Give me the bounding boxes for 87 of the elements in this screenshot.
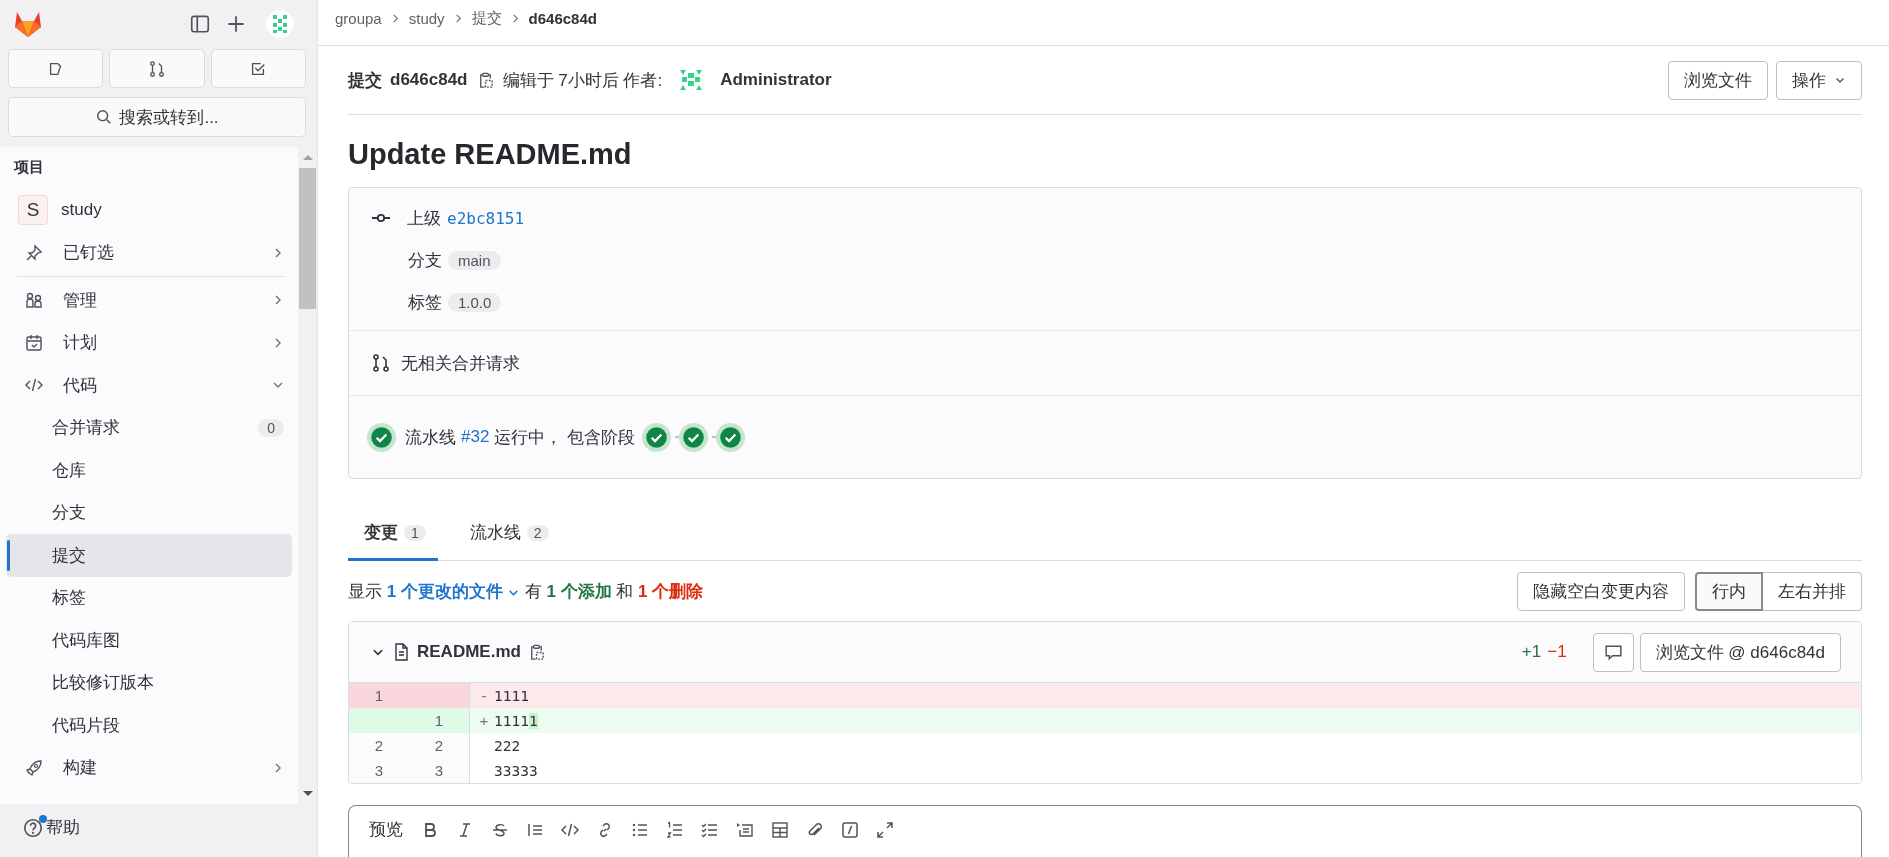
search-icon [95,108,114,126]
menu-item[interactable]: 管理 [6,279,298,322]
added-count: +1 [1521,642,1542,662]
removed-count: −1 [1547,642,1567,662]
changed-files-link[interactable]: 1 个更改的文件 [386,581,520,601]
preview-tab[interactable]: 预览 [369,818,403,841]
author-link[interactable]: Administrator [720,70,832,90]
parent-label: 上级 [407,207,441,230]
line-number: 1 [349,683,409,708]
code-line: 11111 [494,712,538,729]
help-icon [22,816,44,839]
branch-label: 分支 [408,249,442,272]
submenu-item[interactable]: 仓库 [6,449,298,492]
submenu-item[interactable]: 分支 [6,491,298,534]
submenu-item[interactable]: 代码库图 [6,619,298,662]
submenu-item[interactable]: 合并请求 0 [6,406,298,449]
count-badge: 0 [258,418,284,437]
fullscreen-icon[interactable] [875,819,895,840]
count-badge: 1 [404,524,426,541]
stage-status-icon[interactable] [716,422,746,452]
code-line: 33333 [494,762,538,779]
pipeline-status-text: 运行中， 包含阶段 [494,426,636,449]
project-item[interactable]: S study [6,189,298,232]
count-badge: 2 [526,524,549,541]
breadcrumb-link[interactable]: 提交 [471,9,502,28]
tab[interactable]: 流水线 2 [453,507,561,561]
view-toggle-button[interactable]: 左右并排 [1763,571,1862,611]
code-line: 222 [494,737,521,754]
commit-label: 提交 [348,69,382,92]
tag-label: 标签 [408,291,442,314]
menu-item[interactable]: 计划 [6,321,298,364]
stage-status-icon[interactable] [679,422,709,452]
search-field[interactable]: 搜索或转到... [8,97,306,137]
actions-dropdown[interactable]: 操作 [1776,60,1862,100]
line-number: 3 [409,758,470,783]
pinned-item[interactable]: 已钉选 [6,231,298,274]
commit-sha: d646c84d [390,70,468,90]
line-number: 2 [349,733,409,758]
section-heading: 项目 [13,157,45,177]
submenu-item[interactable]: 提交 [6,534,292,577]
merge-request-icon [148,59,166,78]
menu-item[interactable]: 构建 [6,746,298,789]
project-name: study [61,200,103,221]
breadcrumb-link[interactable]: d646c84d [528,10,597,27]
line-number: 2 [409,733,470,758]
commit-meta: 编辑于 7小时后 作者: [502,69,663,92]
breadcrumb-link[interactable]: study [408,10,445,27]
view-toggle-button[interactable]: 行内 [1695,571,1763,611]
browse-files-button[interactable]: 浏览文件 [1668,60,1768,100]
table-icon[interactable] [770,819,790,840]
diff-summary: 显示 1 个更改的文件 有 1 个添加 和 1 个删除 [348,580,704,603]
commit-title: Update README.md [348,138,633,171]
submenu-item[interactable]: 比较修订版本 [6,661,298,704]
file-name: README.md [417,642,521,662]
browse-file-button[interactable]: 浏览文件 @ d646c84d [1639,632,1841,672]
submenu-item[interactable]: 代码片段 [6,704,298,747]
slash-command-icon[interactable] [840,819,860,840]
hide-whitespace-button[interactable]: 隐藏空白变更内容 [1517,571,1685,611]
comment-button[interactable] [1592,632,1634,672]
numbered-list-icon[interactable] [665,819,685,840]
diff-sign: + [479,712,489,729]
branch-badge[interactable]: main [448,250,501,270]
project-avatar: S [18,195,48,226]
tag-badge[interactable]: 1.0.0 [448,292,502,312]
breadcrumb-link[interactable]: groupa [335,10,382,27]
merge-request-icon [371,353,391,373]
people-icon [24,290,44,311]
line-number: 3 [349,758,409,783]
diff-sign: - [481,687,487,704]
calendar-icon [24,332,44,353]
menu-item[interactable]: 代码 [6,364,298,407]
submenu-item[interactable]: 标签 [6,576,298,619]
pipeline-link[interactable]: #32 [461,427,490,447]
help-link[interactable]: 帮助 [0,804,317,839]
sidebar-toggle-icon[interactable] [189,13,211,35]
gutter-cell [349,708,409,733]
plus-icon[interactable] [225,13,247,35]
tab[interactable]: 变更 1 [348,507,438,561]
status-icon[interactable] [367,422,396,452]
rocket-icon [24,757,44,778]
parent-commit-link[interactable]: e2bc8151 [447,208,525,228]
line-number: 1 [409,708,470,733]
pipeline-text: 流水线 [405,426,456,449]
pin-icon [24,242,44,263]
stage-status-icon[interactable] [642,422,672,452]
code-line: 1111 [494,687,529,704]
merge-requests-text: 无相关合并请求 [401,352,520,375]
